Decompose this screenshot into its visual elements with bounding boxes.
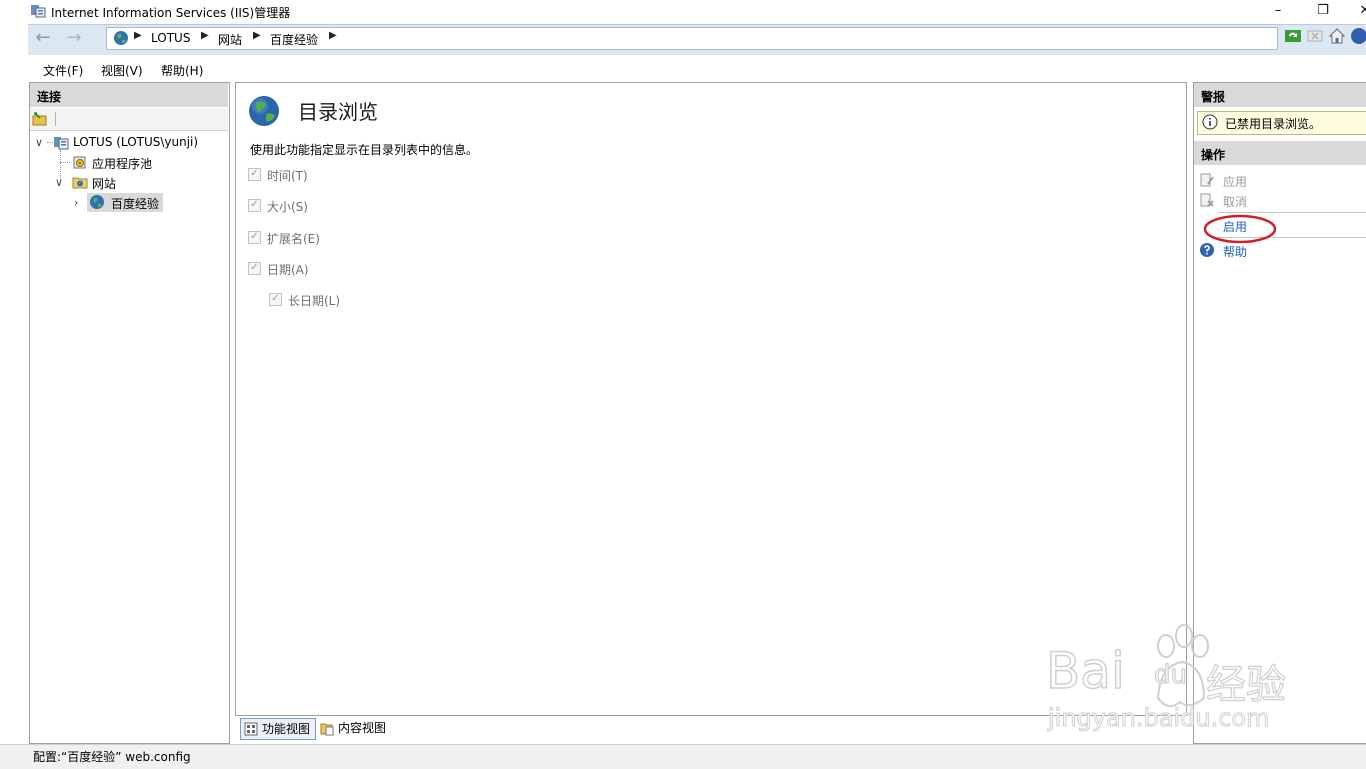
- tree-item-sites[interactable]: 网站: [92, 175, 116, 192]
- breadcrumb-separator-icon: ▶: [201, 30, 209, 41]
- menu-view[interactable]: 视图(V): [101, 62, 143, 79]
- application-pool-icon: [73, 156, 86, 169]
- chevron-down-icon[interactable]: ∨: [55, 176, 63, 189]
- home-icon[interactable]: [1328, 27, 1346, 45]
- features-view-icon: [244, 722, 258, 736]
- tree-item-app-pools[interactable]: 应用程序池: [92, 155, 152, 172]
- alerts-title: 警报: [1201, 90, 1226, 104]
- help-action[interactable]: 帮助: [1223, 243, 1247, 260]
- breadcrumb-separator-icon: ▶: [134, 30, 142, 41]
- cancel-icon: [1200, 193, 1214, 207]
- globe-icon: [114, 31, 128, 45]
- highlight-circle-annotation: [1203, 214, 1277, 244]
- apply-icon: [1200, 173, 1214, 187]
- close-button[interactable]: ✕: [1350, 0, 1366, 24]
- features-view-label: 功能视图: [262, 722, 311, 736]
- size-label: 大小(S): [267, 200, 308, 214]
- stop-icon[interactable]: [1306, 27, 1324, 45]
- breadcrumb-site[interactable]: 百度经验: [270, 31, 318, 48]
- long-date-checkbox[interactable]: ✓: [269, 293, 282, 306]
- alert-message: 已禁用目录浏览。: [1225, 117, 1322, 131]
- tab-content-view[interactable]: 内容视图: [318, 718, 398, 738]
- help-circle-icon: [1200, 243, 1214, 257]
- menu-help[interactable]: 帮助(H): [161, 62, 203, 79]
- long-date-label: 长日期(L): [288, 294, 341, 308]
- refresh-icon[interactable]: [1284, 27, 1302, 45]
- extension-checkbox[interactable]: ✓: [248, 231, 261, 244]
- back-arrow-icon[interactable]: ←: [31, 28, 55, 50]
- sites-folder-icon: [72, 177, 88, 189]
- minimize-button[interactable]: –: [1263, 0, 1293, 24]
- server-icon: [54, 137, 69, 150]
- date-label: 日期(A): [267, 263, 309, 277]
- watermark-jingyan-cn: 经验: [1205, 661, 1286, 708]
- toolbar-divider: [55, 112, 56, 126]
- menu-file[interactable]: 文件(F): [43, 62, 83, 79]
- content-view-icon: [320, 723, 334, 736]
- watermark-url: jingyan.baidu.com: [1047, 704, 1270, 733]
- status-text: 配置:“百度经验” web.config: [33, 750, 191, 764]
- breadcrumb-separator-icon: ▶: [253, 30, 261, 41]
- time-label: 时间(T): [267, 169, 308, 183]
- chevron-right-icon[interactable]: ›: [74, 196, 78, 209]
- content-view-label: 内容视图: [338, 721, 387, 735]
- size-checkbox[interactable]: ✓: [248, 199, 261, 212]
- forward-arrow-icon[interactable]: →: [62, 28, 86, 50]
- apply-action[interactable]: 应用: [1223, 173, 1247, 190]
- tree-item-server[interactable]: LOTUS (LOTUS\yunji): [73, 135, 198, 149]
- status-bar: [0, 744, 1366, 769]
- help-icon[interactable]: [1350, 27, 1366, 45]
- address-bar[interactable]: ▶ LOTUS ▶ 网站 ▶ 百度经验 ▶: [106, 27, 1278, 50]
- info-icon: [1202, 114, 1218, 130]
- extension-label: 扩展名(E): [267, 232, 320, 246]
- feature-description: 使用此功能指定显示在目录列表中的信息。: [250, 143, 479, 157]
- breadcrumb-separator-icon: ▶: [329, 30, 337, 41]
- tab-features-view[interactable]: 功能视图: [240, 718, 316, 740]
- tree-line: [60, 162, 70, 164]
- watermark-brand-du: du: [1153, 659, 1187, 690]
- window-title: Internet Information Services (IIS)管理器: [51, 6, 291, 20]
- iis-app-icon: [31, 5, 46, 18]
- tree-item-site[interactable]: 百度经验: [111, 195, 159, 212]
- watermark-brand-text: Bai: [1045, 641, 1125, 701]
- actions-title: 操作: [1201, 148, 1226, 162]
- create-connection-icon[interactable]: [32, 111, 48, 127]
- time-checkbox[interactable]: ✓: [248, 168, 261, 181]
- menu-bar: [28, 55, 1366, 81]
- directory-browsing-globe-icon: [249, 96, 279, 126]
- cancel-action[interactable]: 取消: [1223, 193, 1247, 210]
- feature-title: 目录浏览: [298, 100, 378, 124]
- breadcrumb-server[interactable]: LOTUS: [151, 31, 190, 45]
- restore-button[interactable]: ❐: [1308, 0, 1338, 24]
- connections-title: 连接: [37, 90, 62, 104]
- connections-toolbar: [30, 108, 228, 131]
- chevron-down-icon[interactable]: ∨: [35, 136, 43, 149]
- website-globe-icon: [90, 195, 104, 209]
- date-checkbox[interactable]: ✓: [248, 262, 261, 275]
- breadcrumb-sites[interactable]: 网站: [218, 31, 242, 48]
